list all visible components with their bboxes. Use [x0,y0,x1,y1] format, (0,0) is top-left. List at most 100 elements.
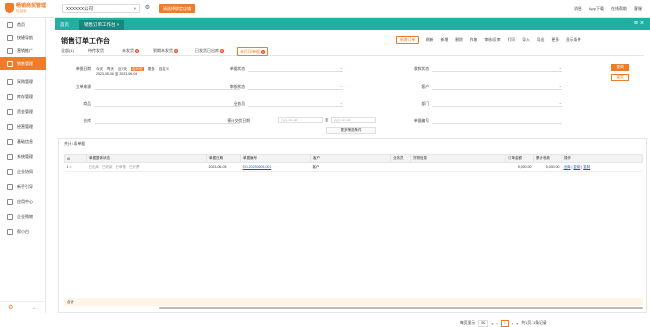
receipt-status-select[interactable]: ⌄ [432,65,562,72]
col-settings-icon[interactable]: ⚙ [64,154,87,163]
sidebar-item-basics[interactable]: 基础信息 [0,135,46,148]
tab-unshipped[interactable]: 未发货 0 [122,47,139,56]
col-goods[interactable]: 货物信息 [410,154,506,163]
row-checkbox[interactable]: ○ [69,165,71,169]
delete-button[interactable]: 删除 [455,38,463,43]
doc-status-select[interactable]: ⌄ [248,65,343,72]
message-link[interactable]: 消息 [574,4,582,13]
refresh-button[interactable]: 刷新 [426,38,434,43]
toolbar: 刷新 新增 删除 作废 审核/反审 打印 导入 导出 更多 显示条件 [426,38,581,43]
sidebar-item-inventory[interactable]: 库存管理 [0,90,46,103]
first-page-icon[interactable]: « [491,322,493,326]
bind-store-button[interactable]: 请选择绑定店铺 [159,4,195,13]
col-status[interactable]: 单据整体状态 [86,154,207,163]
collab-icon [7,168,13,175]
next-page-icon[interactable]: › [512,322,513,326]
date-opt-7d[interactable]: 近7天 [118,67,127,71]
date-opt-today[interactable]: 今天 [96,67,103,71]
audit-status-select[interactable]: ⌄ [248,83,343,90]
collapse-arrow-icon[interactable]: ← [32,305,38,311]
date-opt-yesterday[interactable]: 昨天 [107,67,114,71]
reset-button[interactable]: 重置 [611,74,629,81]
col-customer[interactable]: 客户 [310,154,391,163]
receipt-status-label: 收款状态 [413,67,429,71]
void-button[interactable]: 作废 [470,38,478,43]
sidebar-item-guide[interactable]: 新手引导 [0,180,46,193]
date-opt-30d[interactable]: 近30天 [130,67,144,71]
top-right-tools: 消息 App下载 在线帮助 客服 [574,4,642,13]
order-grid: 共计1条单据 ⚙ 单据整体状态 单据日期 单据编号 客户 业务员 货物信息 订单… [58,138,647,313]
sidebar-item-helper[interactable]: 帮小白 [0,225,46,238]
sidebar-item-marketing[interactable]: 营销推广 [0,44,46,57]
salesman-label: 业务员 [233,102,245,106]
sidebar-item-quicknav[interactable]: 快捷导航 [0,31,46,44]
settings-icon[interactable]: ⚙ [144,5,151,12]
customer-select[interactable]: ⌄ [432,83,562,90]
more-conditions-button[interactable]: 更多筛选条件 [326,127,376,134]
prev-page-icon[interactable]: ‹ [497,322,498,326]
sidebar-item-operations[interactable]: 经营管理 [0,120,46,133]
sidebar-item-apps[interactable]: 应用中心 [0,195,46,208]
print-button[interactable]: 打印 [508,38,516,43]
current-page[interactable]: 1 [500,320,509,327]
dept-select[interactable]: ⌄ [432,100,562,107]
copy-link-2[interactable]: 复制 [583,165,590,169]
help-link[interactable]: 在线帮助 [611,4,627,13]
delivery-date-start[interactable]: yyyy-mm-dd [278,117,323,123]
row-date: 2023-06-05 [206,162,241,172]
more-button[interactable]: 更多 [551,38,559,43]
last-page-icon[interactable]: » [516,322,518,326]
audit-button[interactable]: 审核/反审 [484,38,500,43]
tab-all[interactable]: 全部(1) [61,47,74,56]
close-icon[interactable]: × [117,22,120,27]
sidebar-item-home[interactable]: 首页 [0,18,46,31]
settings-icon[interactable]: ⚙ [8,304,13,311]
col-received[interactable]: 累计收款 [533,154,562,163]
date-label: 单据日期 [75,67,91,71]
count-badge: 0 [220,49,224,53]
sales-icon [7,60,13,67]
add-button[interactable]: 新增 [441,38,449,43]
sidebar-item-purchase[interactable]: 采购管理 [0,75,46,88]
import-button[interactable]: 导入 [522,38,530,43]
table-row[interactable]: 1 ○ 已出库 已收款 已审核 已开票 2023-06-05 SO-20230605-… [64,162,643,172]
company-select[interactable]: XXXXXX公司 ▾ [62,4,140,13]
tab-sales-workbench[interactable]: 销售订单工作台 × [79,20,125,30]
salesman-select[interactable]: ⌄ [248,100,343,107]
service-link[interactable]: 客服 [634,4,642,13]
tab-menu-icon[interactable]: ≡ × [634,19,644,29]
col-amount[interactable]: 订单金额 [505,154,534,163]
sidebar-item-system[interactable]: 系统管理 [0,150,46,163]
tab-overdue[interactable]: 到期未发货 0 [153,47,178,56]
col-salesman[interactable]: 业务员 [390,154,411,163]
sidebar-item-funds[interactable]: 资金管理 [0,105,46,118]
date-opt-custom[interactable]: 自定义 [159,67,170,71]
page-size-select[interactable]: 50 [478,320,489,327]
tab-home[interactable]: 首页 [55,20,74,30]
tab-pending-ship[interactable]: 待传发货 [88,47,104,56]
col-date[interactable]: 单据日期 [206,154,241,163]
tab-shipped[interactable]: 已发货已出库 0 [195,47,224,56]
sidebar: 首页 快捷导航 营销推广 销售管理 采购管理 库存管理 资金管理 经营管理 基础… [0,18,46,313]
sidebar-item-sales[interactable]: 销售管理 [0,57,46,70]
new-order-button[interactable]: 新增订单 [396,36,420,44]
sidebar-item-collab[interactable]: 企业协同 [0,165,46,178]
delivery-date-end[interactable]: yyyy-mm-dd [331,117,376,123]
show-conditions-checkbox[interactable]: 显示条件 [566,38,581,43]
col-ops: 操作 [561,154,643,163]
doc-no-input[interactable] [432,117,562,124]
export-button[interactable]: 导出 [537,38,545,43]
logo: 畅销商贸管理 轻量版 [5,3,46,13]
chevron-down-icon: ⌄ [339,65,343,70]
top-bar: 畅销商贸管理 轻量版 XXXXXX公司 ▾ ⚙ 请选择绑定店铺 消息 App下载 … [0,0,650,18]
copy-link[interactable]: 复制 [573,165,580,169]
horizontal-scrollbar[interactable] [159,307,643,309]
row-docno[interactable]: SO-20230605-001 [240,162,311,172]
tab-unprinted[interactable]: 未打印单据 1 [237,47,268,56]
outbound-link[interactable]: 出库 [564,165,571,169]
col-docno[interactable]: 单据编号 [240,154,311,163]
search-button[interactable]: 查询 [611,64,629,71]
sidebar-item-shop[interactable]: 企业购物 [0,210,46,223]
date-opt-more[interactable]: 更多 [148,67,155,71]
app-download-link[interactable]: App下载 [589,4,604,13]
